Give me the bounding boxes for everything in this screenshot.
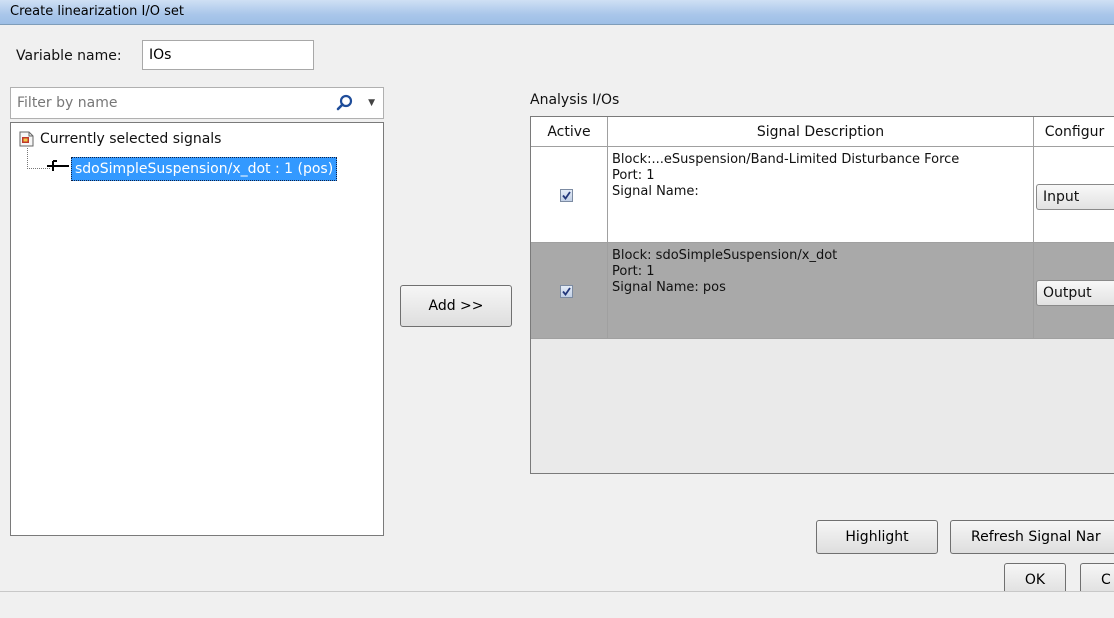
chevron-down-icon: ▼ <box>368 98 375 108</box>
active-checkbox[interactable] <box>560 189 573 202</box>
table-row[interactable]: Block: sdoSimpleSuspension/x_dot Port: 1… <box>531 243 1114 339</box>
column-header-configuration[interactable]: Configur <box>1034 117 1114 147</box>
refresh-signal-names-button[interactable]: Refresh Signal Nar <box>950 520 1114 554</box>
block-text: Block: sdoSimpleSuspension/x_dot <box>612 248 838 263</box>
status-bar <box>0 591 1114 618</box>
column-header-signal-description[interactable]: Signal Description <box>608 117 1034 147</box>
port-text: Port: 1 <box>612 264 655 279</box>
signal-tree[interactable]: Currently selected signals sdoSimpleSusp… <box>10 122 384 536</box>
signal-description: Block: sdoSimpleSuspension/x_dot Port: 1… <box>612 248 837 296</box>
window-title: Create linearization I/O set <box>10 4 184 19</box>
signal-icon <box>47 160 69 171</box>
model-icon <box>19 131 34 147</box>
filter-input[interactable] <box>11 88 343 118</box>
tree-root[interactable]: Currently selected signals <box>19 128 221 150</box>
tree-root-label: Currently selected signals <box>40 131 222 147</box>
add-button[interactable]: Add >> <box>400 285 512 327</box>
active-checkbox[interactable] <box>560 285 573 298</box>
port-text: Port: 1 <box>612 168 655 183</box>
highlight-button[interactable]: Highlight <box>816 520 938 554</box>
signal-name-text: Signal Name: <box>612 184 699 199</box>
column-header-active[interactable]: Active <box>531 117 608 147</box>
table-row[interactable]: Block:...eSuspension/Band-Limited Distur… <box>531 147 1114 243</box>
filter-box: ▼ <box>10 87 384 119</box>
configuration-dropdown[interactable]: Input <box>1036 184 1114 210</box>
check-icon <box>562 191 571 200</box>
analysis-ios-label: Analysis I/Os <box>530 92 620 108</box>
signal-name-text: Signal Name: pos <box>612 280 726 295</box>
variable-name-label: Variable name: <box>16 48 122 64</box>
tree-item-signal[interactable]: sdoSimpleSuspension/x_dot : 1 (pos) <box>71 157 338 181</box>
variable-name-input[interactable] <box>142 40 314 70</box>
configuration-dropdown[interactable]: Output <box>1036 280 1114 306</box>
analysis-ios-table: Active Signal Description Configur Block… <box>530 116 1114 474</box>
signal-description: Block:...eSuspension/Band-Limited Distur… <box>612 152 959 200</box>
block-text: Block:...eSuspension/Band-Limited Distur… <box>612 152 960 167</box>
check-icon <box>562 287 571 296</box>
title-bar: Create linearization I/O set <box>0 0 1114 25</box>
search-button[interactable]: ▼ <box>335 93 375 113</box>
search-icon <box>336 94 353 111</box>
